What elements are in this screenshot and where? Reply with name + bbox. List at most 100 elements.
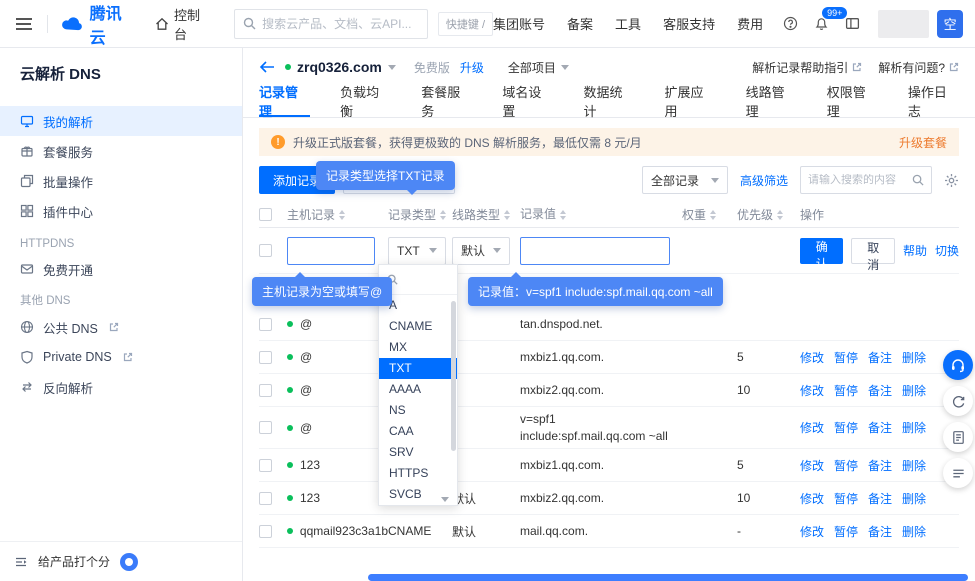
help-guide-link[interactable]: 解析记录帮助指引 xyxy=(752,59,862,76)
select-all-checkbox[interactable] xyxy=(259,208,272,221)
docs-button[interactable] xyxy=(943,422,973,452)
sidebar-item-public-dns[interactable]: 公共 DNS xyxy=(0,312,242,342)
horizontal-scrollbar-thumb[interactable] xyxy=(368,574,968,581)
row-checkbox[interactable] xyxy=(259,525,272,538)
feedback-button[interactable] xyxy=(943,386,973,416)
sidebar-item-free-activation[interactable]: 免费开通 xyxy=(0,254,242,284)
modify-link[interactable]: 修改 xyxy=(800,490,824,507)
sidebar-item-batch-operations[interactable]: 批量操作 xyxy=(0,166,242,196)
tab-line-management[interactable]: 线路管理 xyxy=(746,86,797,117)
sidebar-item-plugin-center[interactable]: 插件中心 xyxy=(0,196,242,226)
row-checkbox[interactable] xyxy=(259,421,272,434)
pause-link[interactable]: 暂停 xyxy=(834,419,858,436)
survey-icon[interactable] xyxy=(120,553,138,571)
tab-permission-management[interactable]: 权限管理 xyxy=(827,86,878,117)
workspace-icon[interactable] xyxy=(845,16,860,31)
confirm-button[interactable]: 确认 xyxy=(800,238,843,264)
delete-link[interactable]: 删除 xyxy=(902,457,926,474)
dropdown-option-cname[interactable]: CNAME xyxy=(379,316,457,337)
remark-link[interactable]: 备注 xyxy=(868,349,892,366)
pause-link[interactable]: 暂停 xyxy=(834,457,858,474)
remark-link[interactable]: 备注 xyxy=(868,382,892,399)
pause-link[interactable]: 暂停 xyxy=(834,349,858,366)
host-record-input[interactable] xyxy=(287,237,375,265)
remark-link[interactable]: 备注 xyxy=(868,419,892,436)
dropdown-scrollbar[interactable] xyxy=(451,301,456,451)
delete-link[interactable]: 删除 xyxy=(902,349,926,366)
row-checkbox[interactable] xyxy=(259,492,272,505)
dropdown-option-https[interactable]: HTTPS xyxy=(379,463,457,484)
tab-extended-apps[interactable]: 扩展应用 xyxy=(665,86,716,117)
delete-link[interactable]: 删除 xyxy=(902,523,926,540)
remark-link[interactable]: 备注 xyxy=(868,523,892,540)
notification-bell-icon[interactable]: 99+ xyxy=(814,16,829,31)
dropdown-option-caa[interactable]: CAA xyxy=(379,421,457,442)
remark-link[interactable]: 备注 xyxy=(868,490,892,507)
modify-link[interactable]: 修改 xyxy=(800,457,824,474)
row-checkbox[interactable] xyxy=(259,318,272,331)
delete-link[interactable]: 删除 xyxy=(902,419,926,436)
modify-link[interactable]: 修改 xyxy=(800,382,824,399)
rate-product-link[interactable]: 给产品打个分 xyxy=(38,553,110,570)
help-circle-icon[interactable] xyxy=(783,16,798,31)
sort-icon[interactable] xyxy=(339,210,345,220)
record-type-select[interactable]: TXT xyxy=(388,237,446,265)
dropdown-option-txt[interactable]: TXT xyxy=(379,358,457,379)
row-checkbox[interactable] xyxy=(259,244,272,257)
modify-link[interactable]: 修改 xyxy=(800,523,824,540)
nav-icp[interactable]: 备案 xyxy=(567,14,593,33)
domain-selector[interactable]: zrq0326.com xyxy=(285,59,396,75)
tab-plan-service[interactable]: 套餐服务 xyxy=(421,86,472,117)
pause-link[interactable]: 暂停 xyxy=(834,490,858,507)
record-value-input[interactable] xyxy=(520,237,670,265)
column-settings-icon[interactable] xyxy=(944,173,959,188)
dropdown-option-ns[interactable]: NS xyxy=(379,400,457,421)
nav-group-account[interactable]: 集团账号 xyxy=(493,14,545,33)
delete-link[interactable]: 删除 xyxy=(902,490,926,507)
tab-data-statistics[interactable]: 数据统计 xyxy=(583,86,634,117)
dropdown-option-srv[interactable]: SRV xyxy=(379,442,457,463)
collapse-sidebar-icon[interactable] xyxy=(14,555,28,569)
advanced-filter-button[interactable]: 高级筛选 xyxy=(740,172,788,189)
tab-record-management[interactable]: 记录管理 xyxy=(259,86,310,117)
hamburger-menu-icon[interactable] xyxy=(16,23,31,25)
customer-service-button[interactable] xyxy=(943,350,973,380)
row-checkbox[interactable] xyxy=(259,384,272,397)
tencent-cloud-logo[interactable]: 腾讯云 xyxy=(60,0,131,48)
console-link[interactable]: 控制台 xyxy=(155,5,208,43)
survey-list-button[interactable] xyxy=(943,458,973,488)
sort-icon[interactable] xyxy=(777,210,783,220)
tab-domain-settings[interactable]: 域名设置 xyxy=(502,86,553,117)
delete-link[interactable]: 删除 xyxy=(902,382,926,399)
dropdown-search-input[interactable] xyxy=(403,274,447,286)
row-checkbox[interactable] xyxy=(259,459,272,472)
nav-tools[interactable]: 工具 xyxy=(615,14,641,33)
sort-icon[interactable] xyxy=(710,210,716,220)
tab-load-balancing[interactable]: 负载均衡 xyxy=(340,86,391,117)
global-search[interactable] xyxy=(234,9,428,39)
sort-icon[interactable] xyxy=(560,210,566,220)
sidebar-item-reverse-resolution[interactable]: 反向解析 xyxy=(0,372,242,402)
global-search-input[interactable] xyxy=(262,17,419,31)
sidebar-item-plan-service[interactable]: 套餐服务 xyxy=(0,136,242,166)
project-selector[interactable]: 全部项目 xyxy=(508,59,569,76)
line-type-select[interactable]: 默认 xyxy=(452,237,510,265)
back-arrow-icon[interactable] xyxy=(259,60,275,74)
modify-link[interactable]: 修改 xyxy=(800,349,824,366)
record-search-input[interactable] xyxy=(808,174,907,186)
record-search[interactable] xyxy=(800,166,932,194)
avatar[interactable]: 空 xyxy=(937,10,963,38)
nav-billing[interactable]: 费用 xyxy=(737,14,763,33)
user-account-menu[interactable] xyxy=(878,10,929,38)
sort-icon[interactable] xyxy=(504,210,510,220)
record-filter-select[interactable]: 全部记录 xyxy=(642,166,728,194)
sidebar-item-my-resolution[interactable]: 我的解析 xyxy=(0,106,242,136)
sidebar-item-private-dns[interactable]: Private DNS xyxy=(0,342,242,372)
pause-link[interactable]: 暂停 xyxy=(834,382,858,399)
nav-support[interactable]: 客服支持 xyxy=(663,14,715,33)
upgrade-link[interactable]: 升级 xyxy=(460,59,484,76)
tab-operation-logs[interactable]: 操作日志 xyxy=(908,86,959,117)
sort-icon[interactable] xyxy=(440,210,446,220)
resolution-problem-link[interactable]: 解析有问题? xyxy=(878,59,959,76)
row-checkbox[interactable] xyxy=(259,351,272,364)
